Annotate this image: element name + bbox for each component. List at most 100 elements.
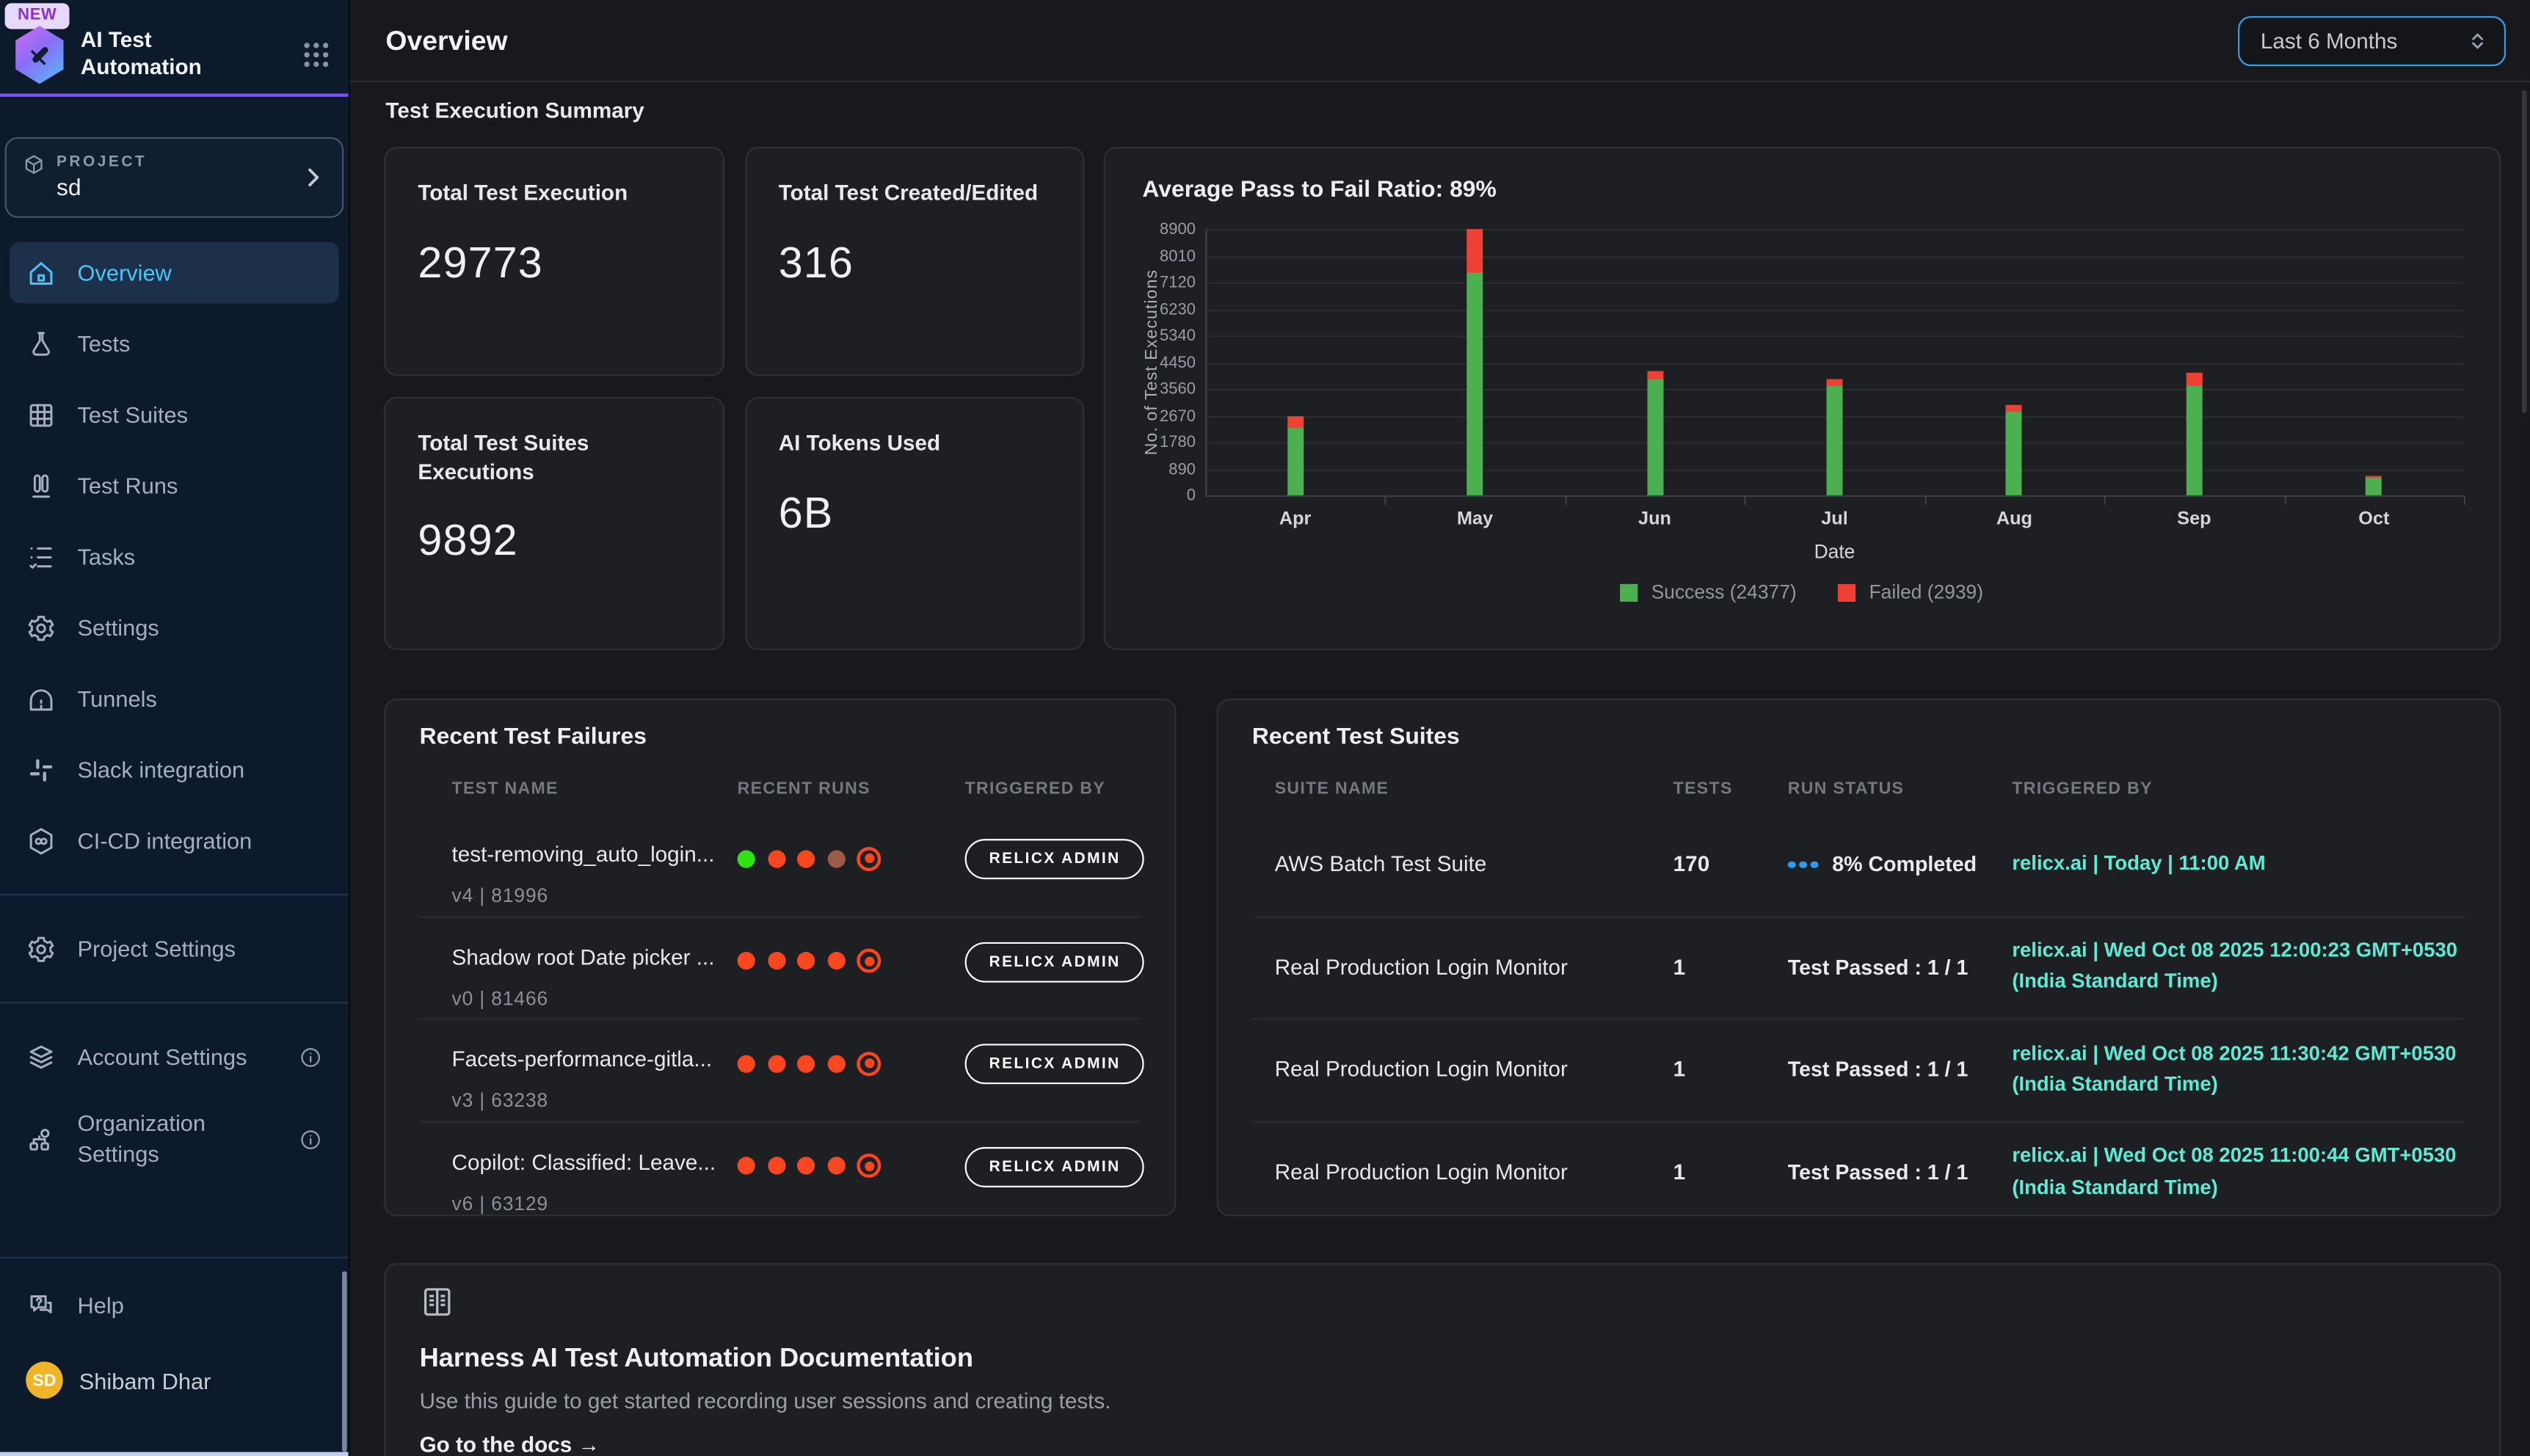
suite-name: Real Production Login Monitor — [1275, 916, 1606, 1019]
chart-x-tick-label: Jun — [1607, 510, 1704, 529]
stat-card-total-test-suites-executions: Total Test Suites Executions 9892 — [384, 397, 724, 649]
run-status-current-icon[interactable] — [857, 949, 881, 973]
run-status-red-icon[interactable] — [827, 1055, 845, 1072]
run-status-red-icon[interactable] — [797, 1157, 815, 1175]
sidebar-item-overview[interactable]: Overview — [10, 242, 338, 304]
apps-grid-icon[interactable] — [300, 39, 332, 71]
sidebar-item-account-settings[interactable]: Account Settings — [10, 1026, 338, 1088]
run-status-red-icon[interactable] — [797, 849, 815, 867]
suite-row[interactable]: Real Production Login Monitor1Test Passe… — [1218, 916, 2498, 1019]
chart-y-tick: 2670 — [1105, 407, 1196, 425]
sidebar-item-settings[interactable]: Settings — [10, 597, 338, 658]
triggered-by-button[interactable]: RELICX ADMIN — [965, 942, 1145, 982]
recent-test-failures-card: Recent Test Failures TEST NAMERECENT RUN… — [384, 699, 1175, 1217]
test-version: v0 | 81466 — [452, 986, 549, 1009]
recent-runs — [738, 948, 881, 974]
row-separator — [420, 1121, 1141, 1122]
sidebar-scrollbar[interactable] — [342, 1271, 347, 1452]
user-profile[interactable]: SD Shibam Dhar — [26, 1361, 322, 1399]
app-logo-icon — [13, 26, 67, 84]
suite-row[interactable]: Real Production Login Monitor1Test Passe… — [1218, 1019, 2498, 1121]
time-range-select[interactable]: Last 6 Months — [2238, 16, 2506, 66]
chart-gridline — [1205, 335, 2464, 337]
sidebar-item-tasks[interactable]: Tasks — [10, 526, 338, 588]
run-status-red-icon[interactable] — [827, 952, 845, 969]
info-icon[interactable] — [299, 1127, 323, 1151]
sidebar-item-tunnels[interactable]: Tunnels — [10, 668, 338, 729]
sidebar-item-tests[interactable]: Tests — [10, 313, 338, 374]
chart-legend: Success (24377) Failed (2939) — [1105, 580, 2498, 603]
sidebar-item-label: Test Suites — [78, 401, 189, 427]
bar-failed — [2186, 373, 2202, 386]
org-icon — [26, 1124, 57, 1154]
run-status-red-icon[interactable] — [738, 952, 755, 969]
chart-x-axis-label: Date — [1205, 540, 2464, 563]
info-icon[interactable] — [299, 1044, 323, 1069]
project-selector[interactable]: PROJECT sd — [5, 137, 344, 218]
failure-row[interactable]: Shadow root Date picker ...v0 | 81466REL… — [385, 916, 1174, 1019]
stat-card-label: Total Test Suites Executions — [418, 429, 689, 486]
legend-item-success-24377[interactable]: Success (24377) — [1621, 580, 1797, 603]
legend-item-failed-2939[interactable]: Failed (2939) — [1839, 580, 1983, 603]
run-status-red-icon[interactable] — [767, 849, 785, 867]
sidebar-item-organization-settings[interactable]: Organization Settings — [10, 1097, 338, 1181]
run-status-brown-icon[interactable] — [827, 849, 845, 867]
run-status-red-icon[interactable] — [797, 1055, 815, 1072]
sidebar-item-label: Tests — [78, 331, 131, 357]
sidebar-item-label: Settings — [78, 615, 159, 641]
legend-swatch — [1839, 583, 1856, 601]
stat-card-label: Total Test Created/Edited — [779, 179, 1050, 208]
chart-x-tick — [2104, 495, 2106, 505]
triggered-by-button[interactable]: RELICX ADMIN — [965, 839, 1145, 879]
run-status-red-icon[interactable] — [738, 1055, 755, 1072]
triggered-by-button[interactable]: RELICX ADMIN — [965, 1147, 1145, 1187]
sidebar-item-slack-integration[interactable]: Slack integration — [10, 739, 338, 801]
run-status-red-icon[interactable] — [797, 952, 815, 969]
chart-x-tick-label: Aug — [1966, 510, 2063, 529]
failure-row[interactable]: Facets-performance-gitla...v3 | 63238REL… — [385, 1019, 1174, 1121]
run-status-current-icon[interactable] — [857, 846, 881, 870]
triggered-by-button[interactable]: RELICX ADMIN — [965, 1044, 1145, 1085]
chart-y-tick: 1780 — [1105, 434, 1196, 451]
sidebar-item-test-suites[interactable]: Test Suites — [10, 384, 338, 445]
run-status-current-icon[interactable] — [857, 1052, 881, 1076]
suites-title: Recent Test Suites — [1252, 724, 1460, 750]
sidebar-footer: Help SD Shibam Dhar — [0, 1257, 349, 1399]
failures-rows: test-removing_auto_login...v4 | 81996REL… — [385, 813, 1174, 1217]
run-status-text: Test Passed : 1 / 1 — [1788, 1058, 1969, 1082]
column-header-suite-name: SUITE NAME — [1275, 779, 1389, 798]
suite-row[interactable]: Real Production Login Monitor1Test Passe… — [1218, 1121, 2498, 1217]
run-status-current-icon[interactable] — [857, 1154, 881, 1178]
failure-row[interactable]: Copilot: Classified: Leave...v6 | 63129R… — [385, 1121, 1174, 1217]
stat-card-value: 9892 — [418, 517, 689, 567]
sidebar-bottom-strip — [0, 1451, 349, 1456]
chart-x-tick-label: May — [1427, 510, 1524, 529]
run-status-red-icon[interactable] — [738, 1157, 755, 1175]
failure-row[interactable]: test-removing_auto_login...v4 | 81996REL… — [385, 813, 1174, 916]
run-status-green-icon[interactable] — [738, 849, 755, 867]
suite-name: AWS Batch Test Suite — [1275, 813, 1606, 916]
suite-row[interactable]: AWS Batch Test Suite1708% Completedrelic… — [1218, 813, 2498, 916]
sidebar-item-project-settings[interactable]: Project Settings — [10, 918, 338, 980]
chart-y-tick: 3560 — [1105, 381, 1196, 398]
go-to-docs-link[interactable]: Go to the docs → — [420, 1433, 600, 1456]
sidebar-item-label: Organization Settings — [78, 1109, 258, 1170]
row-separator — [420, 1019, 1141, 1020]
sidebar-item-ci-cd-integration[interactable]: CI-CD integration — [10, 810, 338, 872]
main-scrollbar[interactable] — [2521, 90, 2527, 413]
test-name: Facets-performance-gitla... — [452, 1047, 723, 1071]
run-status-text: Test Passed : 1 / 1 — [1788, 955, 1969, 979]
run-status-red-icon[interactable] — [767, 1055, 785, 1072]
chart-gridline — [1205, 363, 2464, 364]
run-status-red-icon[interactable] — [767, 952, 785, 969]
chart-gridline — [1205, 255, 2464, 257]
run-status-red-icon[interactable] — [827, 1157, 845, 1175]
bar-failed — [1827, 379, 1843, 386]
legend-label: Failed (2939) — [1869, 580, 1983, 603]
run-status-red-icon[interactable] — [767, 1157, 785, 1175]
column-header-test-name: TEST NAME — [452, 779, 559, 798]
documentation-subtitle: Use this guide to get started recording … — [420, 1389, 2465, 1413]
sidebar-item-help[interactable]: Help — [10, 1275, 338, 1336]
sidebar-item-test-runs[interactable]: Test Runs — [10, 455, 338, 517]
page-title: Overview — [385, 26, 507, 58]
